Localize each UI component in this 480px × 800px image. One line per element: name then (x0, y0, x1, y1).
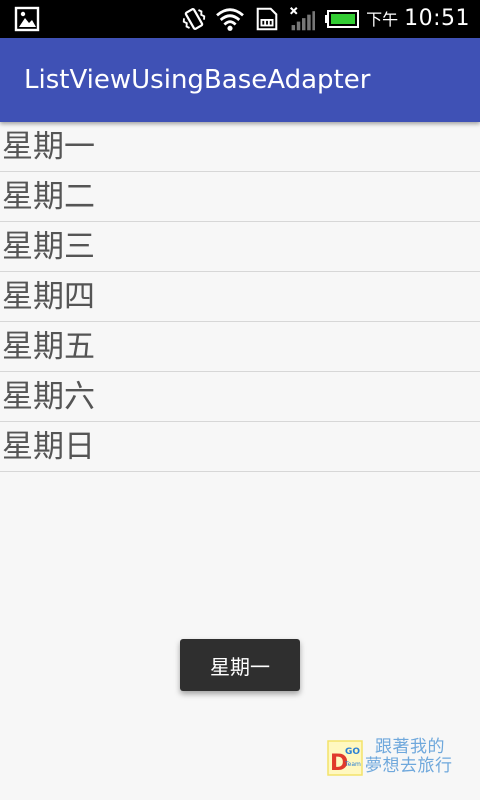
logo-go: GO (345, 747, 360, 757)
vibrate-icon (182, 8, 206, 30)
signal-off-icon (289, 6, 315, 31)
watermark-line-2: 夢想去旅行 (365, 756, 453, 776)
list-item-label: 星期四 (2, 279, 95, 315)
list-item-label: 星期六 (2, 379, 95, 415)
list-item[interactable]: 星期五 (0, 322, 480, 372)
list-item-label: 星期日 (2, 429, 95, 465)
list-item[interactable]: 星期四 (0, 272, 480, 322)
list-item[interactable]: 星期日 (0, 422, 480, 472)
list-item[interactable]: 星期二 (0, 172, 480, 222)
list-item-label: 星期二 (2, 179, 95, 215)
list-item-label: 星期五 (2, 329, 95, 365)
list-item[interactable]: 星期三 (0, 222, 480, 272)
status-bar: 下午 10:51 (0, 0, 480, 38)
status-time: 10:51 (404, 6, 470, 31)
battery-icon (325, 10, 359, 28)
sd-card-icon (256, 7, 278, 31)
list-item-label: 星期三 (2, 229, 95, 265)
list-item[interactable]: 星期六 (0, 372, 480, 422)
watermark-text: 跟著我的 夢想去旅行 (365, 738, 469, 776)
toast-message: 星期一 (180, 639, 300, 691)
list-item-label: 星期一 (2, 129, 95, 165)
watermark: D GO Team 跟著我的 夢想去旅行 (327, 738, 472, 780)
dream-go-team-logo-icon: D GO Team (327, 740, 363, 776)
app-bar: ListViewUsingBaseAdapter (0, 38, 480, 122)
logo-team: Team (344, 761, 361, 768)
status-clock: 下午 10:51 (366, 6, 470, 34)
image-icon (14, 6, 40, 32)
app-title: ListViewUsingBaseAdapter (24, 65, 371, 95)
list-item[interactable]: 星期一 (0, 122, 480, 172)
weekday-list: 星期一 星期二 星期三 星期四 星期五 星期六 星期日 (0, 122, 480, 472)
wifi-icon (216, 8, 244, 31)
watermark-line-1: 跟著我的 (375, 737, 445, 757)
status-ampm: 下午 (366, 10, 399, 29)
